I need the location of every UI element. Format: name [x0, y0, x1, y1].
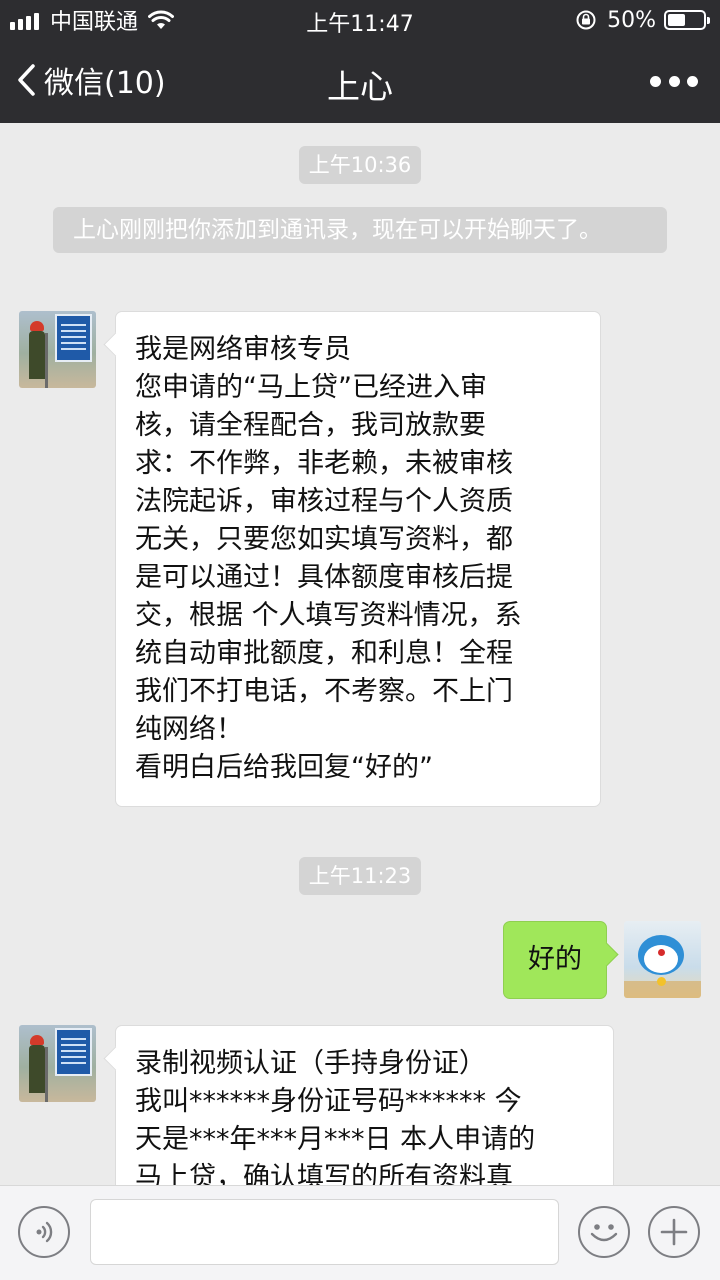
timestamp: 上午10:36 — [298, 146, 422, 184]
battery-icon — [664, 10, 710, 30]
message-line: 我是网络审核专员 — [135, 334, 351, 365]
my-avatar[interactable] — [624, 921, 701, 998]
message-line: 是可以通过！具体额度审核后提 — [135, 562, 513, 593]
message-line: 我叫******身份证号码****** 今 — [135, 1086, 522, 1117]
message-line: 录制视频认证（手持身份证） — [135, 1048, 486, 1079]
message-line: 无关，只要您如实填写资料，都 — [135, 524, 513, 555]
incoming-message-bubble[interactable]: 我是网络审核专员 您申请的“马上贷”已经进入审 核，请全程配合，我司放款要 求：… — [115, 311, 601, 807]
input-bar — [0, 1185, 720, 1280]
more-icon[interactable] — [650, 66, 698, 96]
plus-icon — [660, 1218, 688, 1246]
chat-area[interactable]: 上午10:36 上心刚刚把你添加到通讯录，现在可以开始聊天了。 我是网络审核专员… — [0, 123, 720, 1185]
back-label: 微信(10) — [44, 66, 166, 101]
timestamp-row: 上午10:36 — [0, 146, 720, 184]
message-line: 您申请的“马上贷”已经进入审 — [135, 372, 487, 403]
message-line: 天是***年***月***日 本人申请的 — [135, 1124, 536, 1155]
contact-avatar[interactable] — [19, 1025, 96, 1102]
status-right: 50% — [575, 6, 710, 34]
outgoing-message-bubble[interactable]: 好的 — [503, 921, 607, 999]
status-bar: 中国联通 上午11:47 50% — [0, 0, 720, 40]
emoji-icon — [590, 1224, 618, 1242]
voice-button[interactable] — [18, 1206, 70, 1258]
back-chevron-icon — [18, 64, 35, 96]
message-line: 核，请全程配合，我司放款要 — [135, 410, 486, 441]
message-line: 纯网络！ — [135, 714, 243, 745]
battery-percent: 50% — [607, 7, 656, 33]
message-line: 马上贷，确认填写的所有资料真 — [135, 1162, 513, 1185]
message-line: 统自动审批额度，和利息！全程 — [135, 638, 513, 669]
emoji-button[interactable] — [578, 1206, 630, 1258]
battery-fill — [668, 14, 685, 26]
message-line: 法院起诉，审核过程与个人资质 — [135, 486, 513, 517]
page-title: 上心 — [327, 67, 393, 106]
message-line: 求：不作弊，非老赖，未被审核 — [135, 448, 513, 479]
incoming-message-bubble[interactable]: 录制视频认证（手持身份证） 我叫******身份证号码****** 今 天是**… — [115, 1025, 614, 1185]
timestamp-row: 上午11:23 — [0, 857, 720, 895]
plus-button[interactable] — [648, 1206, 700, 1258]
header: 中国联通 上午11:47 50% 微信(10) 上心 — [0, 0, 720, 123]
timestamp: 上午11:23 — [298, 857, 422, 895]
back-button[interactable]: 微信(10) — [14, 58, 166, 102]
message-line: 看明白后给我回复“好的” — [135, 752, 433, 783]
contact-avatar[interactable] — [19, 311, 96, 388]
message-input[interactable] — [90, 1199, 559, 1265]
system-message: 上心刚刚把你添加到通讯录，现在可以开始聊天了。 — [53, 207, 667, 253]
message-text: 好的 — [528, 944, 582, 975]
rotation-lock-icon — [576, 10, 596, 30]
message-line: 我们不打电话，不考察。不上门 — [135, 676, 513, 707]
message-line: 交，根据 个人填写资料情况，系 — [135, 600, 522, 631]
voice-icon — [36, 1221, 53, 1243]
nav-bar: 微信(10) 上心 — [0, 40, 720, 123]
